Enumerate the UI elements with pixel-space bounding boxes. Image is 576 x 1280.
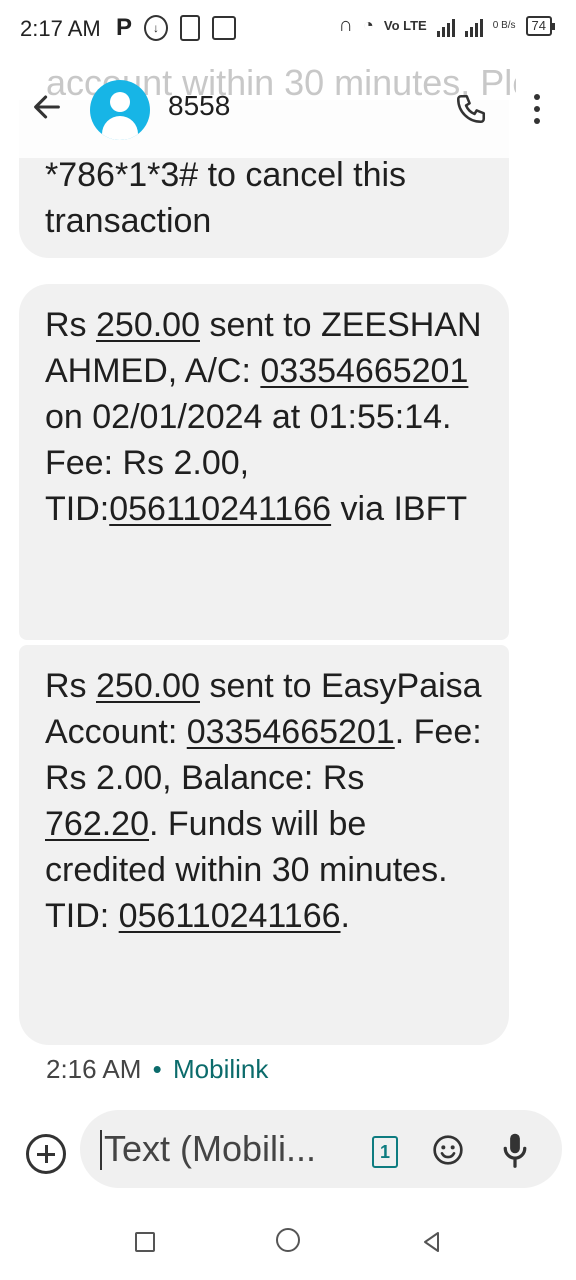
message-bubble[interactable]: Rs 250.00 sent to EasyPaisa Account: 033… [19, 645, 509, 1045]
phone-icon[interactable] [454, 92, 488, 126]
message-text: *786*1*3# to cancel this transaction [45, 156, 407, 240]
status-bar: 2:17 AM P ↓ ∩ ◔ Vo LTE 0 B/s 74 [0, 0, 576, 58]
mic-icon[interactable] [502, 1130, 528, 1170]
sim-icon[interactable]: 1 [372, 1136, 398, 1168]
message-time: 2:16 AM [46, 1054, 142, 1084]
volte-label: Vo LTE [383, 17, 427, 33]
status-time: 2:17 AM [20, 16, 101, 41]
battery-icon: 74 [525, 15, 556, 36]
data-speed: 0 B/s [492, 19, 516, 31]
add-icon[interactable] [26, 1134, 66, 1174]
avatar-icon[interactable] [90, 80, 150, 140]
headphones-icon: ∩ [338, 14, 353, 36]
home-icon[interactable] [276, 1228, 300, 1252]
message-link[interactable]: 03354665201 [260, 352, 468, 390]
message-link[interactable]: 056110241166 [119, 897, 341, 935]
signal-2-icon [464, 15, 483, 37]
system-icons: ∩ ◔ Vo LTE 0 B/s 74 [338, 14, 556, 37]
message-bubble[interactable]: Rs 250.00 sent to ZEESHAN AHMED, A/C: 03… [19, 284, 509, 640]
emoji-icon[interactable] [432, 1134, 464, 1166]
message-text: Rs [45, 306, 96, 344]
message-link[interactable]: 03354665201 [187, 713, 395, 751]
carrier-name: Mobilink [172, 1054, 269, 1084]
message-link[interactable]: 250.00 [96, 306, 200, 344]
message-link[interactable]: 056110241166 [109, 490, 331, 528]
navigation-bar [0, 1200, 576, 1280]
notification-icons: P ↓ [116, 14, 237, 42]
contact-name[interactable]: 8558 [168, 90, 230, 122]
message-link[interactable]: 762.20 [45, 805, 149, 843]
message-input[interactable]: Text (Mobili... [104, 1128, 354, 1170]
message-text: . [340, 897, 350, 935]
conversation-header: account within 30 minutes. Please dial 8… [0, 58, 576, 158]
message-text: via IBFT [331, 490, 468, 528]
message-meta: 2:16 AM • Mobilink [46, 1054, 268, 1085]
activity-icon [212, 16, 237, 40]
message-text: Rs [45, 667, 96, 705]
signal-icon [436, 15, 455, 37]
download-icon: ↓ [144, 15, 169, 41]
parking-icon: P [116, 14, 133, 41]
back-arrow-icon[interactable] [30, 90, 64, 124]
text-cursor [100, 1130, 102, 1170]
wifi-icon: ◔ [363, 15, 374, 35]
nav-back-icon[interactable] [420, 1230, 444, 1254]
compose-bar: Text (Mobili... 1 [80, 1110, 562, 1188]
message-link[interactable]: 250.00 [96, 667, 200, 705]
meta-separator: • [152, 1054, 162, 1084]
recents-icon[interactable] [135, 1232, 155, 1252]
sim-card-icon [180, 15, 201, 41]
more-vert-icon[interactable] [532, 94, 542, 124]
